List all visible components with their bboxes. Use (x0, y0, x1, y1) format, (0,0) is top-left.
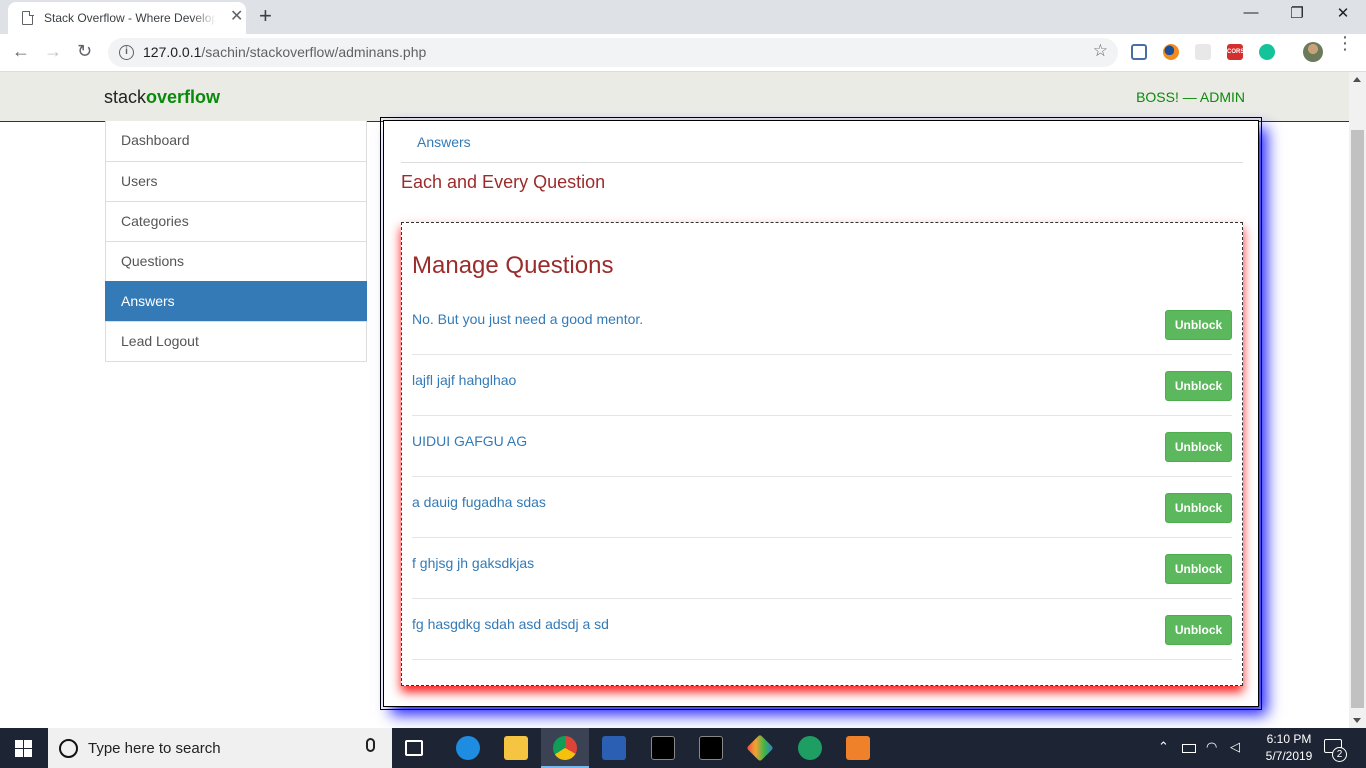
question-list: No. But you just need a good mentor. Unb… (412, 294, 1232, 660)
unblock-button[interactable]: Unblock (1165, 310, 1232, 340)
question-link[interactable]: f ghjsg jh gaksdkjas (412, 555, 534, 571)
brand-logo[interactable]: stackoverflow (104, 87, 220, 108)
notification-count-badge: 2 (1332, 747, 1347, 762)
list-item: a dauig fugadha sdas Unblock (412, 477, 1232, 538)
tab-close-icon[interactable]: ✕ (230, 9, 243, 25)
terminal-icon[interactable] (699, 736, 723, 760)
windows-taskbar: Type here to search ⌃ ◠ ◁ 6:10 PM 5/7/20… (0, 728, 1366, 768)
manage-questions-panel: Manage Questions No. But you just need a… (401, 222, 1243, 686)
tab-title: Stack Overflow - Where Developers Learn,… (44, 11, 216, 25)
chrome-icon (553, 736, 577, 760)
windows-start-button[interactable] (0, 728, 48, 768)
browser-titlebar: Stack Overflow - Where Developers Learn,… (0, 0, 1366, 34)
question-link[interactable]: UIDUI GAFGU AG (412, 433, 527, 449)
brand-bold: overflow (146, 87, 221, 107)
admin-user-link[interactable]: BOSS! — ADMIN (1136, 89, 1245, 105)
unblock-button[interactable]: Unblock (1165, 554, 1232, 584)
command-prompt-icon[interactable] (651, 736, 675, 760)
minimize-button[interactable]: — (1228, 4, 1274, 21)
file-explorer-icon[interactable] (504, 736, 528, 760)
list-item: lajfl jajf hahglhao Unblock (412, 355, 1232, 416)
browser-tab[interactable]: Stack Overflow - Where Developers Learn,… (8, 2, 246, 34)
scroll-thumb[interactable] (1351, 130, 1364, 708)
scroll-down-arrow-icon[interactable] (1353, 718, 1361, 723)
extension-icon-3[interactable] (1195, 44, 1211, 60)
taskbar-chrome-active[interactable] (541, 728, 589, 768)
sidebar-item-questions[interactable]: Questions (105, 241, 367, 282)
taskbar-search-box[interactable]: Type here to search (48, 728, 392, 768)
page-viewport: stackoverflow BOSS! — ADMIN Dashboard Us… (0, 72, 1349, 728)
cors-extension-icon[interactable]: CORS (1227, 44, 1244, 60)
sidebar-item-users[interactable]: Users (105, 161, 367, 202)
list-item: fg hasgdkg sdah asd adsdj a sd Unblock (412, 599, 1232, 660)
question-link[interactable]: lajfl jajf hahglhao (412, 372, 516, 388)
page-scrollbar[interactable] (1349, 72, 1366, 728)
unblock-button[interactable]: Unblock (1165, 615, 1232, 645)
extension-icon-2[interactable] (1163, 44, 1179, 60)
reload-button[interactable]: ↻ (77, 40, 92, 62)
windows-logo-icon (24, 749, 32, 757)
panel-title: Manage Questions (412, 252, 614, 279)
windows-logo-icon (15, 749, 23, 757)
microphone-icon[interactable] (366, 738, 375, 752)
edge-browser-icon[interactable] (456, 736, 480, 760)
profile-avatar[interactable] (1303, 42, 1323, 62)
site-navbar: stackoverflow BOSS! — ADMIN (0, 72, 1349, 122)
page-icon (22, 10, 34, 25)
section-title: Each and Every Question (401, 172, 606, 192)
grammarly-icon[interactable] (1259, 44, 1275, 60)
sidebar-item-answers[interactable]: Answers (105, 281, 367, 322)
task-view-icon[interactable] (405, 740, 423, 756)
wifi-icon[interactable]: ◠ (1206, 739, 1217, 755)
breadcrumb: Answers (401, 121, 1243, 163)
system-clock[interactable]: 6:10 PM 5/7/2019 (1258, 731, 1320, 765)
question-link[interactable]: No. But you just need a good mentor. (412, 311, 643, 327)
sidebar-item-dashboard[interactable]: Dashboard (105, 121, 367, 162)
address-bar[interactable]: i 127.0.0.1/sachin/stackoverflow/adminan… (108, 38, 1118, 67)
browser-toolbar: ← → ↻ i 127.0.0.1/sachin/stackoverflow/a… (0, 34, 1366, 72)
atom-editor-icon[interactable] (798, 736, 822, 760)
unblock-button[interactable]: Unblock (1165, 432, 1232, 462)
brand-plain: stack (104, 87, 147, 107)
git-icon[interactable] (746, 734, 774, 762)
cortana-icon (59, 739, 78, 758)
chrome-menu-icon[interactable]: ⋮ (1336, 34, 1354, 52)
bookmark-star-icon[interactable]: ☆ (1093, 41, 1108, 61)
site-info-icon[interactable]: i (119, 45, 134, 60)
breadcrumb-answers[interactable]: Answers (417, 134, 471, 150)
url-path: /sachin/stackoverflow/adminans.php (201, 44, 427, 60)
extension-icon-1[interactable] (1131, 44, 1147, 60)
sidebar-item-categories[interactable]: Categories (105, 201, 367, 242)
url-text[interactable]: 127.0.0.1/sachin/stackoverflow/adminans.… (143, 44, 426, 60)
volume-icon[interactable]: ◁ (1230, 739, 1240, 755)
windows-logo-icon (24, 740, 32, 748)
list-item: No. But you just need a good mentor. Unb… (412, 294, 1232, 355)
battery-icon[interactable] (1182, 744, 1196, 753)
unblock-button[interactable]: Unblock (1165, 371, 1232, 401)
search-placeholder: Type here to search (88, 740, 221, 757)
powershell-icon[interactable] (602, 736, 626, 760)
question-link[interactable]: a dauig fugadha sdas (412, 494, 546, 510)
clock-time: 6:10 PM (1266, 732, 1312, 746)
forward-button[interactable]: → (44, 40, 62, 62)
clock-date: 5/7/2019 (1265, 749, 1313, 763)
url-host: 127.0.0.1 (143, 44, 202, 60)
admin-sidebar: Dashboard Users Categories Questions Ans… (105, 121, 367, 362)
question-link[interactable]: fg hasgdkg sdah asd adsdj a sd (412, 616, 609, 632)
scroll-up-arrow-icon[interactable] (1353, 77, 1361, 82)
unblock-button[interactable]: Unblock (1165, 493, 1232, 523)
close-window-button[interactable]: ✕ (1320, 4, 1366, 22)
sublime-text-icon[interactable] (846, 736, 870, 760)
new-tab-button[interactable]: + (259, 5, 272, 27)
back-button[interactable]: ← (12, 40, 30, 62)
show-hidden-icons-icon[interactable]: ⌃ (1158, 739, 1169, 755)
main-content: Answers Each and Every Question Manage Q… (380, 117, 1262, 710)
windows-logo-icon (15, 740, 23, 748)
restore-button[interactable]: ❐ (1274, 4, 1320, 22)
list-item: f ghjsg jh gaksdkjas Unblock (412, 538, 1232, 599)
sidebar-item-logout[interactable]: Lead Logout (105, 321, 367, 362)
list-item: UIDUI GAFGU AG Unblock (412, 416, 1232, 477)
